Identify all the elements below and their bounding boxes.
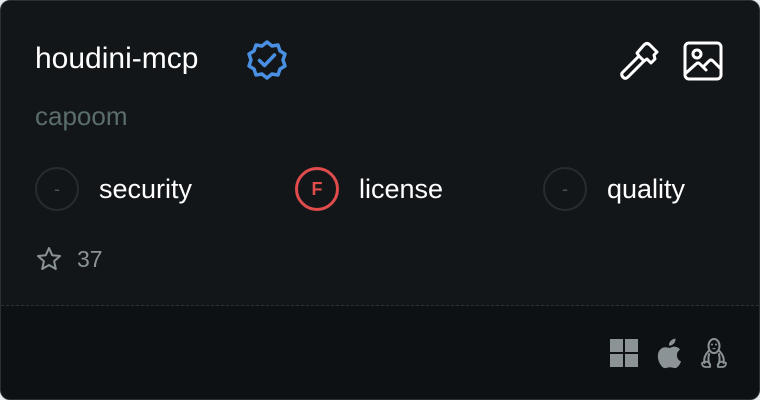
score-license[interactable]: F license <box>295 165 443 213</box>
star-count[interactable]: 37 <box>35 243 103 275</box>
grade-circle: - <box>543 167 587 211</box>
grade-circle: - <box>35 167 79 211</box>
score-label: license <box>359 173 444 204</box>
image-icon[interactable] <box>681 39 725 83</box>
score-label: quality <box>607 173 686 204</box>
apple-icon <box>657 338 681 369</box>
star-icon <box>37 247 61 270</box>
score-security[interactable]: - security <box>35 165 192 213</box>
score-quality[interactable]: - quality <box>543 165 685 213</box>
owner-link[interactable]: capoom <box>35 100 128 132</box>
score-label: security <box>99 173 193 204</box>
server-card[interactable]: houdini-mcp capoom - security F license … <box>0 0 760 400</box>
grade-circle: F <box>295 167 339 211</box>
hammer-icon[interactable] <box>617 39 661 83</box>
windows-icon <box>610 339 638 367</box>
verified-badge-icon <box>247 40 287 80</box>
divider <box>1 305 759 306</box>
star-count-value: 37 <box>77 245 103 272</box>
server-name[interactable]: houdini-mcp <box>35 39 198 79</box>
linux-icon <box>701 338 727 368</box>
card-footer <box>1 306 759 399</box>
